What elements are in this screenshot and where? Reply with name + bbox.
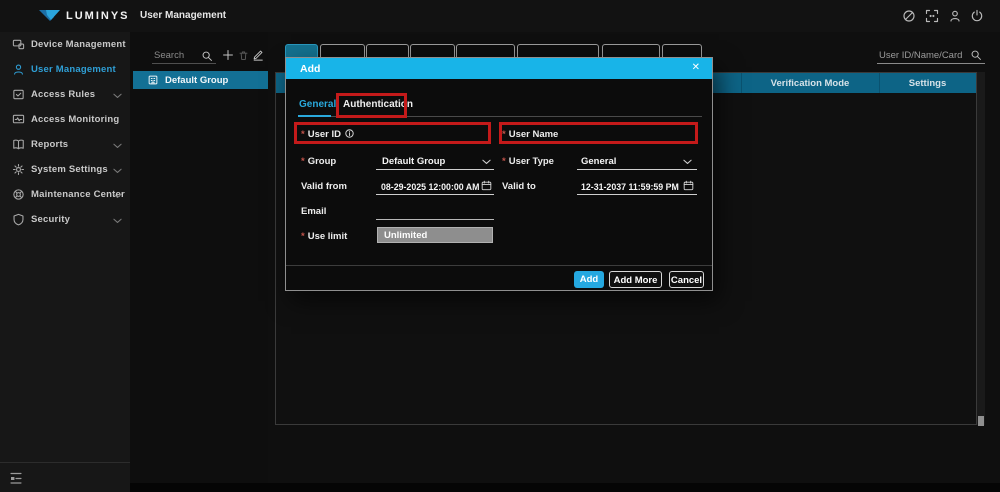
monitoring-icon [12,113,25,126]
chevron-down-icon [113,193,122,199]
user-account-icon[interactable] [948,9,962,23]
group-search-input[interactable] [152,47,204,63]
group-panel: Default Group [130,32,268,483]
brand-logo-icon [38,8,62,24]
sidebar-item-label: User Management [31,64,116,75]
user-type-select-value[interactable]: General [581,156,616,167]
calendar-icon[interactable] [481,180,492,191]
group-select-underline [376,169,494,170]
calendar-icon[interactable] [683,180,694,191]
sidebar-item-label: Access Monitoring [31,114,119,125]
chevron-down-icon [113,143,122,149]
user-name-label: *User Name [502,129,558,140]
use-limit-input: Unlimited [377,227,493,243]
user-name-input[interactable] [577,143,697,144]
maintenance-icon [12,188,25,201]
valid-from-value[interactable]: 08-29-2025 12:00:00 AM [381,182,479,192]
app-window: LUMINYS User Management Device Managemen… [0,0,1000,492]
column-header-settings: Settings [879,78,976,89]
search-icon[interactable] [970,49,982,61]
column-header-verification-mode: Verification Mode [741,78,879,89]
tab-authentication[interactable]: Authentication [343,99,413,110]
group-name: Default Group [165,75,228,86]
use-limit-label: *Use limit [301,231,347,242]
reports-icon [12,138,25,151]
modal-footer-divider [286,265,712,266]
group-list-item-default-group[interactable]: Default Group [133,71,268,89]
active-tab-underline [298,115,331,117]
gear-icon [12,163,25,176]
page-title: User Management [140,10,226,21]
table-scrollbar[interactable] [977,72,985,425]
modal-header: Add ✕ [286,58,712,79]
add-user-modal: Add ✕ General Authentication *User ID *U… [285,57,713,291]
user-icon [12,63,25,76]
add-button[interactable]: Add [574,271,604,288]
info-icon [345,129,354,138]
sidebar-item-user-management[interactable]: User Management [0,61,130,81]
fullscreen-icon[interactable] [925,9,939,23]
chevron-down-icon[interactable] [683,159,692,165]
power-icon[interactable] [970,9,984,23]
sidebar-item-reports[interactable]: Reports [0,136,130,156]
sidebar-footer-divider [0,462,130,463]
user-type-label: *User Type [502,156,554,167]
email-input[interactable] [376,219,494,220]
add-more-button[interactable]: Add More [609,271,662,288]
chevron-down-icon [113,168,122,174]
valid-to-value[interactable]: 12-31-2037 11:59:59 PM [581,182,679,192]
search-icon[interactable] [201,50,213,62]
sidebar-item-label: Security [31,214,70,225]
globe-icon[interactable] [902,9,916,23]
sidebar-item-access-rules[interactable]: Access Rules [0,86,130,106]
top-bar: LUMINYS User Management [0,0,1000,33]
modal-title: Add [300,63,320,75]
sidebar-item-label: Maintenance Center [31,189,125,200]
collapse-sidebar-icon[interactable] [10,472,26,485]
brand-name: LUMINYS [66,10,130,22]
sidebar-item-label: Access Rules [31,89,95,100]
access-rules-icon [12,88,25,101]
group-search-underline [152,63,216,64]
scrollbar-thumb[interactable] [978,416,984,426]
group-icon [147,74,159,86]
device-icon [12,38,25,51]
group-select-value[interactable]: Default Group [382,156,445,167]
delete-group-icon[interactable] [238,50,250,62]
add-group-icon[interactable] [222,49,234,61]
close-icon[interactable]: ✕ [692,62,700,73]
email-label: Email [301,206,326,217]
sidebar-item-device-management[interactable]: Device Management [0,36,130,56]
chevron-down-icon[interactable] [482,159,491,165]
sidebar-item-label: Device Management [31,39,126,50]
valid-to-underline [577,194,697,195]
chevron-down-icon [113,93,122,99]
user-type-select-underline [577,169,697,170]
group-label: *Group [301,156,336,167]
chevron-down-icon [113,218,122,224]
cancel-button[interactable]: Cancel [669,271,704,288]
sidebar: Device Management User Management Access… [0,32,130,492]
valid-from-label: Valid from [301,181,347,192]
valid-to-label: Valid to [502,181,536,192]
sidebar-item-label: Reports [31,139,68,150]
user-search-underline [877,63,985,64]
edit-group-icon[interactable] [252,49,264,61]
user-id-label: *User ID [301,129,354,140]
tab-general[interactable]: General [299,99,336,110]
user-search-input[interactable] [877,48,973,63]
sidebar-item-maintenance-center[interactable]: Maintenance Center [0,186,130,206]
shield-icon [12,213,25,226]
sidebar-item-access-monitoring[interactable]: Access Monitoring [0,111,130,131]
sidebar-item-security[interactable]: Security [0,211,130,231]
valid-from-underline [376,194,494,195]
sidebar-item-system-settings[interactable]: System Settings [0,161,130,181]
tab-bar-divider [298,116,702,117]
user-id-input[interactable] [376,143,491,144]
use-limit-value: Unlimited [384,230,427,241]
sidebar-item-label: System Settings [31,164,108,175]
